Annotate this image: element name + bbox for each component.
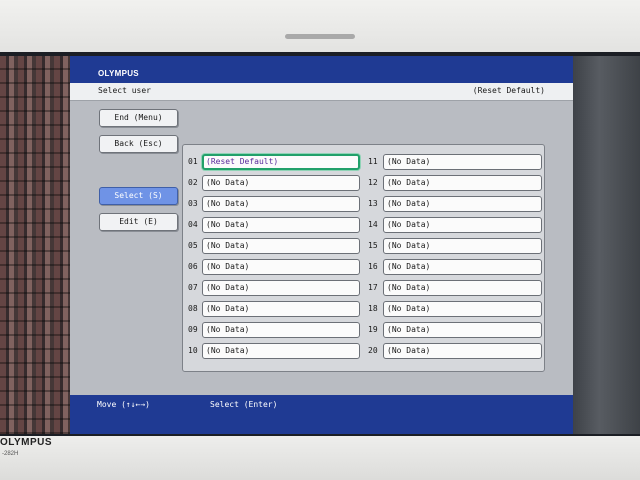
key-hint-footer: Move (↑↓←→) Select (Enter) bbox=[70, 395, 573, 434]
slot-number: 14 bbox=[368, 220, 378, 229]
slot-number: 19 bbox=[368, 325, 378, 334]
move-hint: Move (↑↓←→) bbox=[97, 400, 150, 409]
slot-number: 15 bbox=[368, 241, 378, 250]
slot-number: 03 bbox=[188, 199, 198, 208]
user-slot-field[interactable]: (No Data) bbox=[202, 343, 360, 359]
olympus-logo: OLYMPUS bbox=[98, 69, 139, 78]
user-slot-field[interactable]: (No Data) bbox=[383, 322, 542, 338]
user-slot-field[interactable]: (No Data) bbox=[383, 196, 542, 212]
user-slot-field[interactable]: (No Data) bbox=[202, 217, 360, 233]
slot-number: 12 bbox=[368, 178, 378, 187]
slot-number: 01 bbox=[188, 157, 198, 166]
slot-number: 11 bbox=[368, 157, 378, 166]
back-button[interactable]: Back (Esc) bbox=[99, 135, 178, 153]
select-user-screen: OLYMPUS Select user (Reset Default) End … bbox=[70, 56, 573, 434]
user-slot-field[interactable]: (No Data) bbox=[383, 301, 542, 317]
slot-number: 16 bbox=[368, 262, 378, 271]
user-slot-field[interactable]: (No Data) bbox=[383, 259, 542, 275]
page-title: Select user bbox=[98, 86, 151, 95]
user-slot-field[interactable]: (No Data) bbox=[383, 154, 542, 170]
screen-reflection-right bbox=[572, 56, 640, 434]
edit-button[interactable]: Edit (E) bbox=[99, 213, 178, 231]
monitor-top-bezel bbox=[0, 0, 640, 56]
user-slot-field[interactable]: (No Data) bbox=[202, 259, 360, 275]
user-slot-field[interactable]: (No Data) bbox=[383, 217, 542, 233]
app-header: OLYMPUS bbox=[70, 56, 573, 83]
slot-number: 20 bbox=[368, 346, 378, 355]
monitor-brand-label: OLYMPUS bbox=[0, 437, 53, 448]
slot-number: 04 bbox=[188, 220, 198, 229]
slot-number: 17 bbox=[368, 283, 378, 292]
user-slot-field[interactable]: (No Data) bbox=[202, 196, 360, 212]
user-slot-field[interactable]: (No Data) bbox=[383, 175, 542, 191]
select-hint: Select (Enter) bbox=[210, 400, 278, 409]
slot-number: 05 bbox=[188, 241, 198, 250]
user-slot-field[interactable]: (No Data) bbox=[383, 280, 542, 296]
user-slot-grid: 01 (Reset Default) 02 (No Data) 03 (No Data) 0… bbox=[182, 144, 545, 372]
user-slot-field-selected[interactable]: (Reset Default) bbox=[202, 154, 360, 170]
slot-number: 07 bbox=[188, 283, 198, 292]
monitor-model-label: -282H bbox=[2, 451, 19, 457]
monitor-bottom-bezel bbox=[0, 436, 640, 480]
user-slot-field[interactable]: (No Data) bbox=[202, 175, 360, 191]
slot-number: 06 bbox=[188, 262, 198, 271]
current-user-label: (Reset Default) bbox=[472, 86, 545, 95]
user-slot-field[interactable]: (No Data) bbox=[383, 343, 542, 359]
end-button[interactable]: End (Menu) bbox=[99, 109, 178, 127]
slot-number: 18 bbox=[368, 304, 378, 313]
user-slot-field[interactable]: (No Data) bbox=[202, 280, 360, 296]
user-slot-field[interactable]: (No Data) bbox=[202, 238, 360, 254]
screen-reflection-left bbox=[0, 56, 70, 434]
slot-number: 09 bbox=[188, 325, 198, 334]
slot-number: 08 bbox=[188, 304, 198, 313]
user-slot-field[interactable]: (No Data) bbox=[202, 322, 360, 338]
bezel-slot bbox=[285, 34, 355, 39]
slot-number: 02 bbox=[188, 178, 198, 187]
title-bar: Select user (Reset Default) bbox=[70, 83, 573, 101]
slot-number: 13 bbox=[368, 199, 378, 208]
user-slot-field[interactable]: (No Data) bbox=[383, 238, 542, 254]
slot-number: 10 bbox=[188, 346, 198, 355]
select-button[interactable]: Select (S) bbox=[99, 187, 178, 205]
user-slot-field[interactable]: (No Data) bbox=[202, 301, 360, 317]
